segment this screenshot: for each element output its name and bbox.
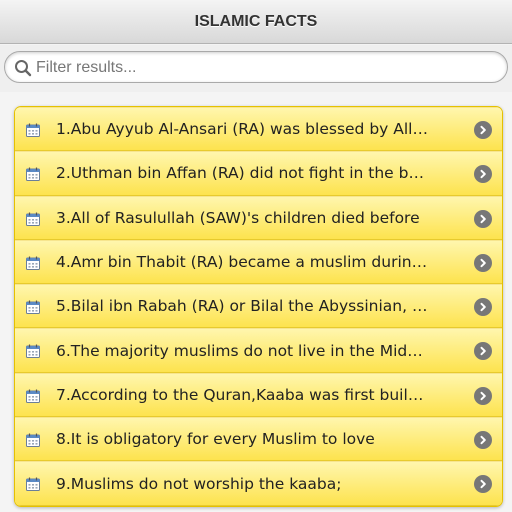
list-item-text: 9.Muslims do not worship the kaaba; [56, 462, 428, 504]
chevron-right-glyph [480, 214, 486, 223]
chevron-right-icon[interactable] [474, 165, 492, 184]
list-item-label: 2.Uthman bin Affan (RA) did not fight in… [56, 164, 428, 183]
list-item-label: 5.Bilal ibn Rabah (RA) or Bilal the Abys… [56, 297, 428, 316]
list-item[interactable]: 8.It is obligatory for every Muslim to l… [15, 417, 502, 462]
list-item-text: 4.Amr bin Thabit (RA) became a muslim du… [56, 241, 428, 283]
calendar-icon [26, 477, 40, 492]
list-item-text: 7.According to the Quran,Kaaba was first… [56, 374, 428, 416]
list-item-text: 5.Bilal ibn Rabah (RA) or Bilal the Abys… [56, 285, 428, 327]
list-item-label: 3.All of Rasulullah (SAW)'s children die… [56, 208, 420, 227]
list-item-text: 2.Uthman bin Affan (RA) did not fight in… [56, 152, 428, 194]
list-item-label: 4.Amr bin Thabit (RA) became a muslim du… [56, 253, 428, 272]
calendar-icon [26, 212, 40, 226]
filter-input[interactable] [36, 56, 496, 80]
list-item-label: 9.Muslims do not worship the kaaba; [56, 474, 342, 493]
facts-list: 1.Abu Ayyub Al-Ansari (RA) was blessed b… [14, 106, 503, 507]
app-header: ISLAMIC FACTS [0, 0, 512, 44]
calendar-icon [26, 300, 40, 315]
list-item-label: 6.The majority muslims do not live in th… [56, 341, 428, 360]
filter-field[interactable] [4, 51, 508, 83]
list-item[interactable]: 7.According to the Quran,Kaaba was first… [15, 372, 502, 418]
page-title: ISLAMIC FACTS [194, 12, 318, 30]
chevron-right-icon[interactable] [474, 386, 492, 405]
chevron-right-icon[interactable] [474, 121, 492, 139]
chevron-right-glyph [480, 480, 486, 489]
calendar-icon [26, 433, 40, 448]
chevron-right-icon[interactable] [474, 298, 492, 317]
list-item[interactable]: 4.Amr bin Thabit (RA) became a muslim du… [15, 239, 502, 285]
filter-bar [0, 45, 512, 92]
list-item-text: 6.The majority muslims do not live in th… [56, 329, 428, 371]
calendar-icon [26, 256, 40, 270]
calendar-icon [26, 389, 40, 403]
list-item[interactable]: 2.Uthman bin Affan (RA) did not fight in… [15, 151, 502, 196]
list-item-text: 3.All of Rasulullah (SAW)'s children die… [56, 197, 428, 239]
list-item[interactable]: 6.The majority muslims do not live in th… [15, 328, 502, 373]
calendar-icon [26, 123, 40, 137]
list-item[interactable]: 9.Muslims do not worship the kaaba; [15, 461, 502, 506]
list-item-label: 8.It is obligatory for every Muslim to l… [56, 430, 375, 449]
list-item-text: 8.It is obligatory for every Muslim to l… [56, 418, 428, 460]
chevron-right-icon[interactable] [474, 431, 492, 450]
chevron-right-glyph [480, 391, 486, 400]
chevron-right-glyph [480, 125, 486, 135]
chevron-right-glyph [480, 435, 486, 445]
calendar-icon [26, 344, 40, 359]
chevron-right-icon[interactable] [474, 253, 492, 272]
chevron-right-glyph [480, 258, 486, 268]
list-item[interactable]: 1.Abu Ayyub Al-Ansari (RA) was blessed b… [15, 107, 502, 152]
chevron-right-icon[interactable] [474, 475, 492, 494]
chevron-right-icon[interactable] [474, 209, 492, 228]
list-item-label: 1.Abu Ayyub Al-Ansari (RA) was blessed b… [56, 120, 428, 139]
list-item-label: 7.According to the Quran,Kaaba was first… [56, 385, 428, 404]
chevron-right-glyph [480, 347, 486, 356]
list-item-text: 1.Abu Ayyub Al-Ansari (RA) was blessed b… [56, 108, 428, 150]
calendar-icon [26, 167, 40, 182]
chevron-right-glyph [480, 302, 486, 312]
list-item[interactable]: 5.Bilal ibn Rabah (RA) or Bilal the Abys… [15, 284, 502, 329]
search-icon [15, 60, 32, 77]
list-item[interactable]: 3.All of Rasulullah (SAW)'s children die… [15, 195, 502, 240]
chevron-right-glyph [480, 170, 486, 179]
chevron-right-icon[interactable] [474, 342, 492, 361]
